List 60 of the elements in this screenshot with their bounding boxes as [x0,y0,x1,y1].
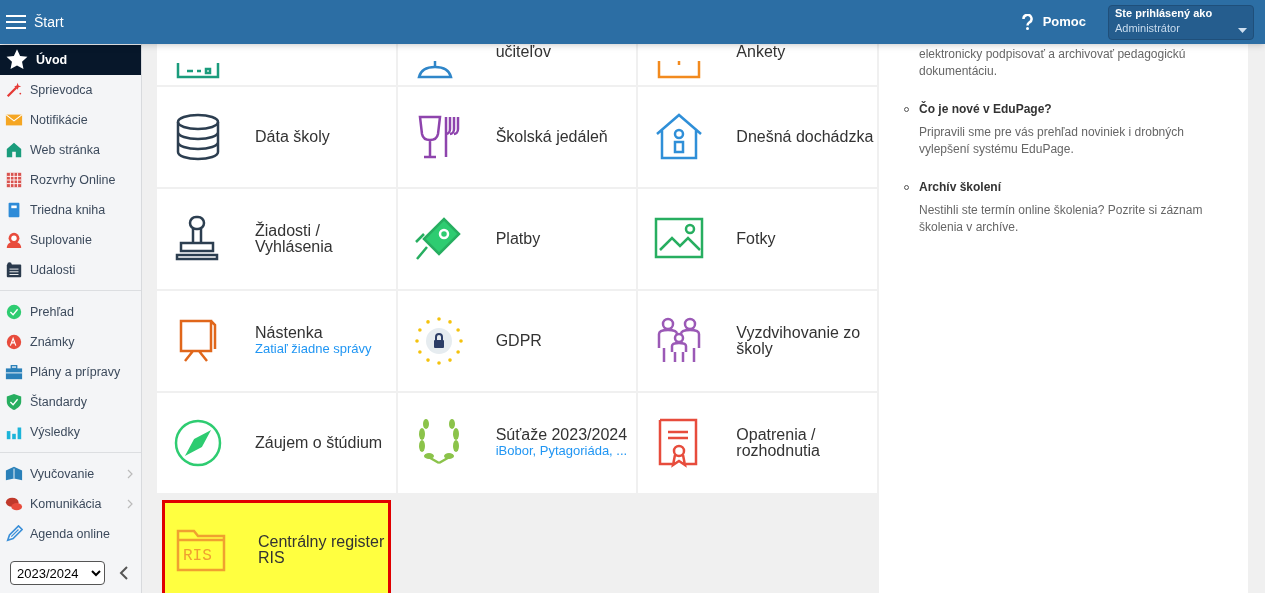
app-tile[interactable]: Opatrenia / rozhodnutia [638,393,877,493]
app-tile[interactable]: Dáta školy [157,87,396,187]
tile-title: Platby [495,231,541,247]
sidebar-item[interactable]: Vyučovanie [0,459,141,489]
year-select[interactable]: 2023/2024 [10,561,105,585]
news-title[interactable]: Archív školení [919,178,1002,196]
tile-title: Fotky [736,231,776,247]
sidebar-item[interactable]: Prehľad [0,297,141,327]
app-tile[interactable]: Platby [397,189,637,289]
news-title[interactable]: Čo je nové v EduPage? [919,100,1052,118]
news-text: elektronicky podpisovať a archivovať pedagogickú dokumentáciu. [919,46,1187,80]
user-label: Ste prihlásený ako [1115,5,1213,21]
help-button[interactable]: Pomoc [1021,12,1086,32]
tile-title: Súťaže 2023/2024 [495,427,628,443]
folder-label: RIS [183,547,212,565]
tile-title: GDPR [495,333,542,349]
sidebar-item[interactable]: Rozvrhy Online [0,165,141,195]
page-title: Štart [34,12,64,32]
app-tile[interactable]: RIS Centrálny register RIS [162,500,391,593]
sidebar-item[interactable]: Úvod [0,45,141,75]
sidebar-item[interactable]: Triedna kniha [0,195,141,225]
app-tile[interactable]: Súťaže 2023/2024 iBobor, Pytagoriáda, ... [397,393,637,493]
tile-title: Dnešná dochádzka [736,129,874,145]
news-text: Pripravili sme pre vás prehľad noviniek i drobných vylepšení systému EduPage. [919,124,1185,158]
app-tile[interactable]: Záujem o štúdium [157,393,396,493]
tile-title: Školská jedáleň [495,129,608,145]
sidebar-item[interactable]: Známky [0,327,141,357]
tile-title: učiteľov [495,44,551,60]
tile-subtitle: Zatiaľ žiadne správy [255,341,372,357]
tile-title: Nástenka [255,325,324,341]
sidebar-item[interactable]: Sprievodca [0,75,141,105]
tile-subtitle: iBobor, Pytagoriáda, ... [495,443,628,459]
tile-title: Žiadosti / Vyhlásenia [255,223,334,255]
tile-title: Ankety [736,44,786,60]
app-tile[interactable]: GDPR [397,291,637,391]
app-tile[interactable]: Nástenka Zatiaľ žiadne správy [157,291,396,391]
sidebar-item[interactable]: Plány a prípravy [0,357,141,387]
sidebar-item[interactable]: Agenda online [0,519,141,549]
user-name: Administrátor [1115,20,1181,36]
app-tile[interactable]: Školská jedáleň [397,87,637,187]
news-text: Nestihli ste termín online školenia? Pozrite si záznam školenia v archíve. [919,202,1204,236]
sidebar-item[interactable]: Komunikácia [0,489,141,519]
app-tile[interactable]: Vyzdvihovanie zo školy [638,291,877,391]
tile-title: Opatrenia / rozhodnutia [736,427,821,459]
tile-title: Dáta školy [255,129,330,145]
tile-title: Záujem o štúdium [255,435,383,451]
sidebar-item[interactable]: Udalosti [0,255,141,285]
app-tile[interactable]: Žiadosti / Vyhlásenia [157,189,396,289]
user-menu[interactable]: Ste prihlásený ako Administrátor [1108,4,1254,40]
tile-title: Vyzdvihovanie zo školy [736,325,862,357]
sidebar-item[interactable]: Štandardy [0,387,141,417]
app-tile[interactable]: učiteľov [397,44,637,85]
sidebar-item[interactable]: Suplovanie [0,225,141,255]
app-tile[interactable]: Ankety [638,44,877,85]
app-tile[interactable]: Dnešná dochádzka [638,87,877,187]
tile-title: Centrálny register RIS [258,534,386,566]
app-tile[interactable]: Fotky [638,189,877,289]
sidebar-item[interactable]: Výsledky [0,417,141,447]
sidebar-item[interactable]: Notifikácie [0,105,141,135]
sidebar-item[interactable]: Web stránka [0,135,141,165]
